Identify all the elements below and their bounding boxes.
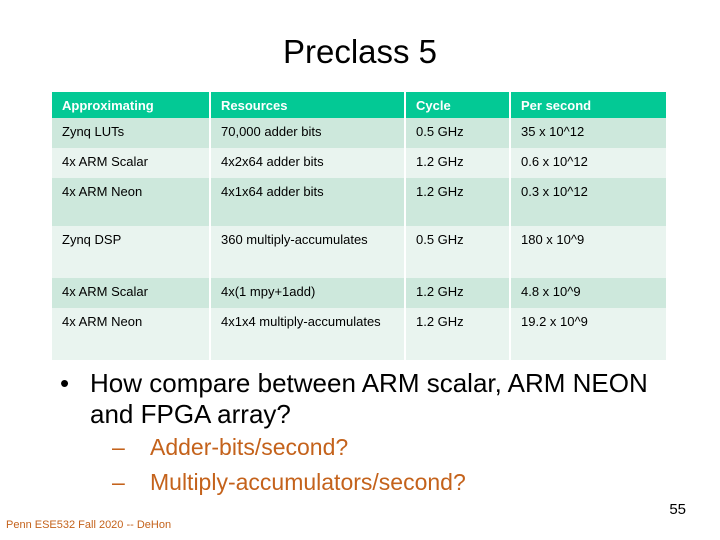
cell-approximating: 4x ARM Scalar [52, 278, 211, 308]
cell-per-second: 0.6 x 10^12 [510, 148, 666, 178]
cell-per-second: 35 x 10^12 [510, 118, 666, 148]
bullet-item-sub-multiply-accumulators: – Multiply-accumulators/second? [52, 465, 672, 500]
cell-approximating: 4x ARM Scalar [52, 148, 211, 178]
column-header-resources: Resources [210, 92, 406, 118]
cell-resources: 4x2x64 adder bits [210, 148, 406, 178]
cell-approximating: Zynq LUTs [52, 118, 211, 148]
bullet-sub-label: Adder-bits/second? [150, 434, 349, 460]
table-row: Zynq DSP 360 multiply-accumulates 0.5 GH… [52, 226, 666, 278]
table-row: 4x ARM Neon 4x1x4 multiply-accumulates 1… [52, 308, 666, 360]
cell-resources: 4x1x4 multiply-accumulates [210, 308, 406, 360]
cell-resources: 70,000 adder bits [210, 118, 406, 148]
table-row: 4x ARM Scalar 4x(1 mpy+1add) 1.2 GHz 4.8… [52, 278, 666, 308]
cell-cycle: 0.5 GHz [405, 226, 511, 278]
column-header-approximating: Approximating [52, 92, 211, 118]
cell-per-second: 4.8 x 10^9 [510, 278, 666, 308]
footer-attribution: Penn ESE532 Fall 2020 -- DeHon [6, 519, 172, 531]
slide-page-number: 55 [669, 501, 686, 518]
bullet-sub-label: Multiply-accumulators/second? [150, 469, 466, 495]
bullet-marker-icon: • [60, 368, 70, 398]
cell-cycle: 1.2 GHz [405, 148, 511, 178]
cell-resources: 4x(1 mpy+1add) [210, 278, 406, 308]
resource-comparison-table: Approximating Resources Cycle Per second… [52, 92, 666, 360]
dash-marker-icon: – [112, 434, 125, 460]
bullet-main-label: How compare between ARM scalar, ARM NEON… [90, 368, 648, 429]
cell-per-second: 0.3 x 10^12 [510, 178, 666, 226]
table-row: 4x ARM Scalar 4x2x64 adder bits 1.2 GHz … [52, 148, 666, 178]
cell-resources: 360 multiply-accumulates [210, 226, 406, 278]
table-header-row: Approximating Resources Cycle Per second [52, 92, 666, 118]
cell-approximating: Zynq DSP [52, 226, 211, 278]
cell-cycle: 1.2 GHz [405, 308, 511, 360]
table-row: 4x ARM Neon 4x1x64 adder bits 1.2 GHz 0.… [52, 178, 666, 226]
cell-approximating: 4x ARM Neon [52, 308, 211, 360]
bullet-item-sub-adder-bits: – Adder-bits/second? [52, 430, 672, 465]
table-row: Zynq LUTs 70,000 adder bits 0.5 GHz 35 x… [52, 118, 666, 148]
cell-approximating: 4x ARM Neon [52, 178, 211, 226]
cell-resources: 4x1x64 adder bits [210, 178, 406, 226]
cell-cycle: 0.5 GHz [405, 118, 511, 148]
bullet-item-main: • How compare between ARM scalar, ARM NE… [52, 368, 672, 430]
bullet-list: • How compare between ARM scalar, ARM NE… [52, 368, 672, 500]
page-title: Preclass 5 [282, 33, 438, 70]
cell-cycle: 1.2 GHz [405, 278, 511, 308]
cell-per-second: 180 x 10^9 [510, 226, 666, 278]
cell-cycle: 1.2 GHz [405, 178, 511, 226]
cell-per-second: 19.2 x 10^9 [510, 308, 666, 360]
dash-marker-icon: – [112, 469, 125, 495]
column-header-per-second: Per second [510, 92, 666, 118]
column-header-cycle: Cycle [405, 92, 511, 118]
